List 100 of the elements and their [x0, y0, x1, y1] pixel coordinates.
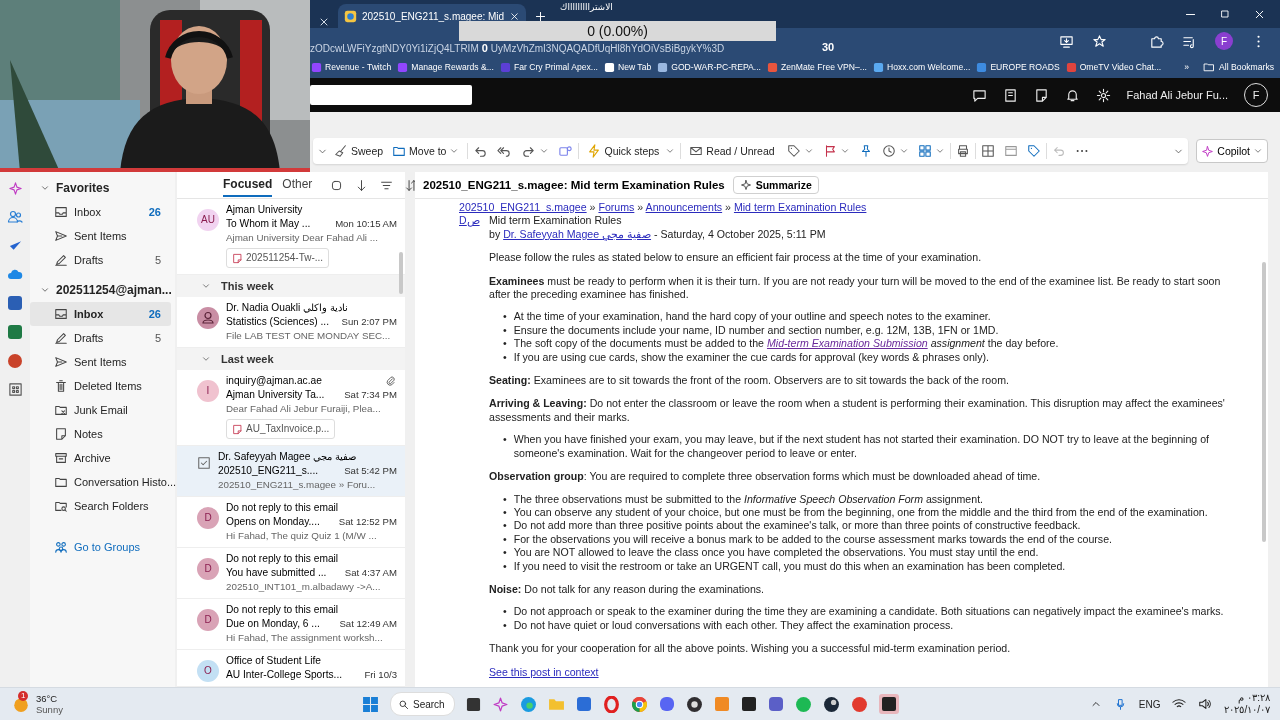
sweep-button[interactable]: Sweep — [331, 142, 387, 160]
bullet: • — [503, 605, 507, 619]
sender-name: Dr. Nadia Ouakli نادية واكلي — [226, 301, 348, 315]
temperature: 36°C — [36, 693, 59, 704]
attachment-chip[interactable]: 202511254-Tw-... — [226, 248, 330, 268]
all-bookmarks-button[interactable]: All Bookmarks — [1203, 61, 1274, 73]
clock-date[interactable]: ٢٠٢٥/١٠/٠٧ — [1224, 704, 1270, 716]
message-time: Sat 12:52 PM — [338, 515, 397, 529]
taskbar-search[interactable]: Search — [390, 692, 455, 716]
message-item[interactable]: D Do not reply to this email Opens on Monday.... Sat 12:52 PM Hi Fahad, The quiz Quiz 1 (M/W ... — [177, 497, 405, 548]
browser-tab[interactable]: 202510_ENG211_s.magee: Mid — [338, 4, 527, 28]
author-link[interactable]: Dr. Safeyyah Magee صفية مجي — [503, 227, 652, 240]
sender-name: Ajman University — [226, 203, 303, 217]
folder-item[interactable]: Deleted Items — [30, 374, 171, 398]
message-item[interactable]: D Do not reply to this email Due on Monday, 6 ... Sat 12:49 AM Hi Fahad, The assignment worksh... — [177, 599, 405, 650]
sender-avatar: D — [197, 507, 219, 529]
folder-item[interactable]: Inbox 26 — [30, 200, 171, 224]
message-time: Mon 10:15 AM — [335, 217, 397, 231]
bullet: • — [503, 337, 507, 351]
folder-item[interactable]: Sent Items — [30, 350, 171, 374]
list-item: The soft copy of the documents must be added to the Mid-term Examination Submission assignment the day before. — [513, 337, 1059, 351]
address-text[interactable]: zODcwLWFiYzgtNDY0Yi1iZjQ4LTRIM — [310, 43, 479, 54]
message-time: Sat 5:42 PM — [344, 464, 397, 478]
breadcrumb-link[interactable]: 202510_ENG211_s.magee — [459, 201, 587, 213]
weather-condition: Sunny — [36, 704, 63, 715]
go-to-groups-link[interactable]: Go to Groups — [54, 540, 175, 554]
folder-item[interactable]: Archive — [30, 446, 171, 470]
folder-group-header[interactable]: Favorites — [30, 178, 175, 200]
breadcrumb-link[interactable]: Mid term Examination Rules — [733, 201, 867, 213]
sender-avatar: O — [197, 660, 219, 682]
folder-item[interactable]: Sent Items — [30, 224, 171, 248]
paragraph: Please follow the rules as stated below to ensure an efficient fair process at the time of your examination. — [489, 251, 983, 265]
bookmark[interactable]: Far Cry Primal Apex... — [499, 61, 598, 73]
summarize-button[interactable]: Summarize — [732, 176, 819, 194]
post-title: Mid term Examination Rules — [489, 214, 623, 228]
copilot-button[interactable]: Copilot — [1196, 139, 1268, 163]
folder-item[interactable]: Notes — [30, 422, 171, 446]
bookmark[interactable]: Hoxx.com Welcome... — [872, 61, 971, 73]
message-preview: Hi Fahad, The quiz Quiz 1 (M/W ... — [226, 529, 378, 543]
author-picture-link[interactable]: Dص — [459, 214, 489, 679]
read-unread-button[interactable]: Read / Unread — [686, 142, 778, 160]
list-item: At the time of your examination, hand the hard copy of your outline and speech notes to the examiner. — [513, 310, 991, 324]
bookmark[interactable]: ZenMate Free VPN–... — [767, 61, 867, 73]
bullet: • — [503, 559, 507, 573]
breadcrumb: 202510_ENG211_s.magee » Forums » Announcements » Mid term Examination Rules — [459, 201, 868, 215]
folder-item[interactable]: Drafts 5 — [30, 248, 171, 272]
bookmark[interactable]: Revenue - Twitch — [311, 61, 392, 73]
language-indicator[interactable]: ENG — [1138, 698, 1161, 710]
message-subject: To Whom it May ... — [226, 217, 311, 231]
bullet: • — [503, 505, 507, 520]
context-link[interactable]: See this post in context — [489, 665, 599, 679]
bullet: • — [503, 519, 507, 533]
bookmark[interactable]: OmeTV Video Chat... — [1065, 61, 1162, 73]
bookmark[interactable]: EUROPE ROADS — [976, 61, 1060, 73]
message-subject: Due on Monday, 6 ... — [226, 617, 320, 631]
message-preview: Hi Fahad, The assignment worksh... — [226, 631, 384, 645]
message-subject: AU Inter-College Sports... — [226, 668, 343, 682]
sender-name: Dr. Safeyyah Magee صفية مجي — [218, 450, 356, 464]
quick-steps-button[interactable]: Quick steps — [584, 142, 663, 160]
progress-counter: 0 (0.00%) — [587, 23, 648, 39]
address-text[interactable]: UyMzVhZmI3NQAQADfUqHl8hYdOiVsBiBgykY%3D — [490, 43, 725, 54]
bookmark[interactable]: New Tab — [603, 61, 652, 73]
bookmark[interactable]: GOD-WAR-PC-REPA... — [657, 61, 761, 73]
move-to-button[interactable]: Move to — [389, 142, 463, 160]
breadcrumb-link[interactable]: Announcements — [645, 201, 723, 213]
paragraph: Noise: Do not talk for any reason during the examinations. — [489, 582, 765, 597]
attachment-chip[interactable]: AU_TaxInvoice.p... — [226, 419, 336, 439]
message-time: Sun 2:07 PM — [341, 315, 397, 329]
paragraph: Arriving & Leaving: Do not enter the classroom or leave the room when a student is performing their examination. This disruption may affect the examinees' assessments and their marks. — [489, 397, 1226, 425]
message-preview: Dear Fahad Ali Jebur Furaiji, Plea... — [226, 402, 382, 416]
message-time: Fri 10/3 — [364, 668, 397, 682]
list-item: You can observe any student of your choice, but one must be from the beginning, one from the middle and the third from the end of the examination. — [513, 505, 1208, 520]
list-tab[interactable]: Other — [282, 173, 313, 197]
assignment-link[interactable]: Mid-term Examination Submission — [766, 337, 928, 350]
message-item[interactable]: D Do not reply to this email You have submitted ... Sat 4:37 AM 202510_INT101_m.albadawy ->A... — [177, 548, 405, 599]
folder-item[interactable]: Inbox 26 — [30, 302, 171, 326]
paragraph: Examinees must be ready to perform when it is their turn. If you are not ready your turn will be moved to the end of the examinee list. Be ready to start soon after the preceding examinee has finished. — [489, 274, 1222, 302]
message-time: Sat 12:49 AM — [339, 617, 397, 631]
message-subject: Statistics (Sciences) ... — [226, 315, 330, 329]
folder-group-header[interactable]: 202511254@ajman... — [30, 280, 175, 302]
folder-item[interactable]: Drafts 5 — [30, 326, 171, 350]
sender-name: Do not reply to this email — [226, 552, 339, 566]
bullet: • — [503, 532, 507, 547]
group-header[interactable]: Last week — [177, 348, 405, 370]
banner-text: الاشتراااااااااك — [560, 2, 613, 12]
clock-time[interactable]: ٠٣:٢٨ م — [1224, 692, 1270, 704]
folder-item[interactable]: Junk Email — [30, 398, 171, 422]
message-time: Sat 7:34 PM — [344, 388, 397, 402]
sender-avatar: D — [197, 609, 219, 631]
bookmark[interactable]: Manage Rewards &... — [397, 61, 494, 73]
group-header[interactable]: This week — [177, 275, 405, 297]
breadcrumb-link[interactable]: Forums — [598, 201, 635, 213]
list-item: Do not approach or speak to the examiner during the time they are examining a candidate. Both situations can negatively impact the examinee's marks. — [513, 605, 1224, 619]
profile-avatar[interactable]: F — [1215, 32, 1233, 50]
sender-name: Do not reply to this email — [226, 603, 339, 617]
user-name[interactable]: Fahad Ali Jebur Fu... — [1126, 89, 1228, 101]
folder-item[interactable]: Search Folders — [30, 494, 171, 518]
message-subject: You have submitted ... — [226, 566, 327, 580]
bullet: • — [503, 618, 507, 633]
more-bookmarks-button[interactable]: » — [1184, 62, 1190, 72]
